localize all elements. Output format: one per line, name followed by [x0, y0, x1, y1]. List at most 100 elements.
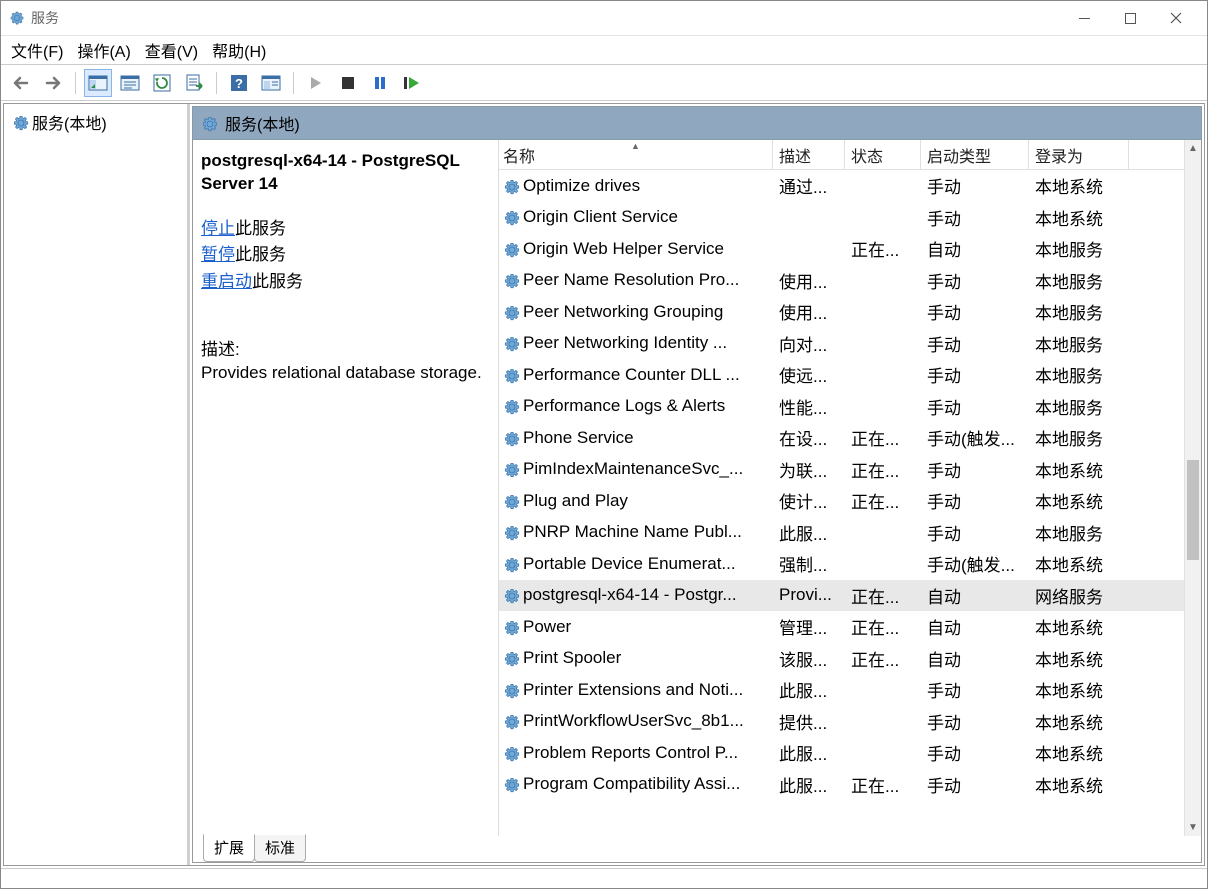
tab-standard[interactable]: 标准 [254, 834, 306, 862]
service-description: 强制... [773, 548, 845, 580]
menu-help[interactable]: 帮助(H) [212, 38, 266, 62]
service-status [845, 391, 921, 423]
pause-link[interactable]: 暂停 [201, 245, 235, 264]
service-row[interactable]: PNRP Machine Name Publ...此服...手动本地服务 [499, 517, 1184, 549]
service-row[interactable]: Power管理...正在...自动本地系统 [499, 611, 1184, 643]
service-description [773, 202, 845, 234]
service-row[interactable]: Phone Service在设...正在...手动(触发...本地服务 [499, 422, 1184, 454]
properties-button[interactable] [257, 69, 285, 97]
restart-service-button[interactable] [398, 69, 426, 97]
service-startup-type: 手动 [921, 769, 1029, 801]
tab-extended[interactable]: 扩展 [203, 834, 255, 862]
help-button[interactable]: ? [225, 69, 253, 97]
start-service-button[interactable] [302, 69, 330, 97]
service-startup-type: 手动(触发... [921, 548, 1029, 580]
menu-file[interactable]: 文件(F) [11, 38, 63, 62]
service-row[interactable]: PimIndexMaintenanceSvc_...为联...正在...手动本地… [499, 454, 1184, 486]
service-logon-as: 本地系统 [1029, 485, 1129, 517]
service-startup-type: 手动 [921, 359, 1029, 391]
service-row[interactable]: Print Spooler该服...正在...自动本地系统 [499, 643, 1184, 675]
service-name: Portable Device Enumerat... [523, 554, 736, 574]
pause-service-button[interactable] [366, 69, 394, 97]
gear-icon [12, 114, 28, 130]
service-row[interactable]: Performance Logs & Alerts性能...手动本地服务 [499, 391, 1184, 423]
column-logon-as[interactable]: 登录为 [1029, 140, 1129, 169]
gear-icon [503, 587, 519, 603]
service-name: Performance Counter DLL ... [523, 365, 740, 385]
back-button[interactable] [7, 69, 35, 97]
service-startup-type: 手动 [921, 296, 1029, 328]
gear-icon [503, 304, 519, 320]
service-row[interactable]: Peer Networking Grouping使用...手动本地服务 [499, 296, 1184, 328]
service-description: 此服... [773, 769, 845, 801]
sort-ascending-icon: ▲ [631, 141, 640, 151]
service-status [845, 170, 921, 202]
service-status [845, 296, 921, 328]
service-description: 此服... [773, 517, 845, 549]
service-startup-type: 手动 [921, 265, 1029, 297]
service-row[interactable]: Optimize drives通过...手动本地系统 [499, 170, 1184, 202]
column-status[interactable]: 状态 [845, 140, 921, 169]
service-row[interactable]: Program Compatibility Assi...此服...正在...手… [499, 769, 1184, 801]
maximize-button[interactable] [1107, 3, 1153, 33]
stop-link[interactable]: 停止 [201, 219, 235, 238]
scroll-thumb[interactable] [1187, 460, 1199, 560]
service-startup-type: 手动 [921, 706, 1029, 738]
vertical-scrollbar[interactable]: ▲ ▼ [1184, 140, 1201, 836]
stop-service-button[interactable] [334, 69, 362, 97]
scroll-down-icon[interactable]: ▼ [1185, 819, 1201, 836]
service-logon-as: 网络服务 [1029, 580, 1129, 612]
minimize-button[interactable] [1061, 3, 1107, 33]
scroll-up-icon[interactable]: ▲ [1185, 140, 1201, 157]
service-row[interactable]: Peer Name Resolution Pro...使用...手动本地服务 [499, 265, 1184, 297]
toggle-tree-button[interactable] [84, 69, 112, 97]
tree-root-node[interactable]: 服务(本地) [10, 108, 181, 136]
window-title: 服务 [31, 8, 59, 28]
service-startup-type: 手动 [921, 328, 1029, 360]
service-logon-as: 本地服务 [1029, 328, 1129, 360]
service-description: 该服... [773, 643, 845, 675]
service-description: Provi... [773, 580, 845, 612]
service-name: Optimize drives [523, 176, 640, 196]
gear-icon [503, 745, 519, 761]
service-row[interactable]: Origin Client Service手动本地系统 [499, 202, 1184, 234]
menu-view[interactable]: 查看(V) [145, 38, 198, 62]
service-row[interactable]: Origin Web Helper Service正在...自动本地服务 [499, 233, 1184, 265]
service-row[interactable]: PrintWorkflowUserSvc_8b1...提供...手动本地系统 [499, 706, 1184, 738]
service-row[interactable]: Problem Reports Control P...此服...手动本地系统 [499, 737, 1184, 769]
close-button[interactable] [1153, 3, 1199, 33]
column-description[interactable]: 描述 [773, 140, 845, 169]
gear-icon [503, 556, 519, 572]
service-status: 正在... [845, 643, 921, 675]
service-row[interactable]: Peer Networking Identity ...向对...手动本地服务 [499, 328, 1184, 360]
toggle-detail-button[interactable] [116, 69, 144, 97]
service-row[interactable]: Printer Extensions and Noti...此服...手动本地系… [499, 674, 1184, 706]
gear-icon [503, 178, 519, 194]
column-startup-type[interactable]: 启动类型 [921, 140, 1029, 169]
menu-action[interactable]: 操作(A) [77, 38, 130, 62]
service-description: 性能... [773, 391, 845, 423]
tree-panel: 服务(本地) [4, 104, 190, 865]
gear-icon [503, 461, 519, 477]
service-row[interactable]: Portable Device Enumerat... 强制... 手动(触发...… [499, 548, 1184, 580]
service-name: Printer Extensions and Noti... [523, 680, 743, 700]
refresh-button[interactable] [148, 69, 176, 97]
service-row[interactable]: postgresql-x64-14 - Postgr...Provi...正在.… [499, 580, 1184, 612]
column-name[interactable]: 名称 ▲ [499, 140, 773, 169]
gear-icon [503, 272, 519, 288]
service-name: Performance Logs & Alerts [523, 396, 725, 416]
restart-link[interactable]: 重启动 [201, 272, 252, 291]
menubar: 文件(F) 操作(A) 查看(V) 帮助(H) [1, 35, 1207, 65]
export-list-button[interactable] [180, 69, 208, 97]
titlebar: 服务 [1, 1, 1207, 35]
detail-panel: postgresql-x64-14 - PostgreSQL Server 14… [193, 140, 499, 836]
service-logon-as: 本地系统 [1029, 202, 1129, 234]
service-status: 正在... [845, 580, 921, 612]
service-startup-type: 手动 [921, 737, 1029, 769]
service-row[interactable]: Plug and Play使计...正在...手动本地系统 [499, 485, 1184, 517]
service-status: 正在... [845, 233, 921, 265]
forward-button[interactable] [39, 69, 67, 97]
service-row[interactable]: Performance Counter DLL ...使远...手动本地服务 [499, 359, 1184, 391]
app-icon [9, 10, 25, 26]
service-description: 使远... [773, 359, 845, 391]
